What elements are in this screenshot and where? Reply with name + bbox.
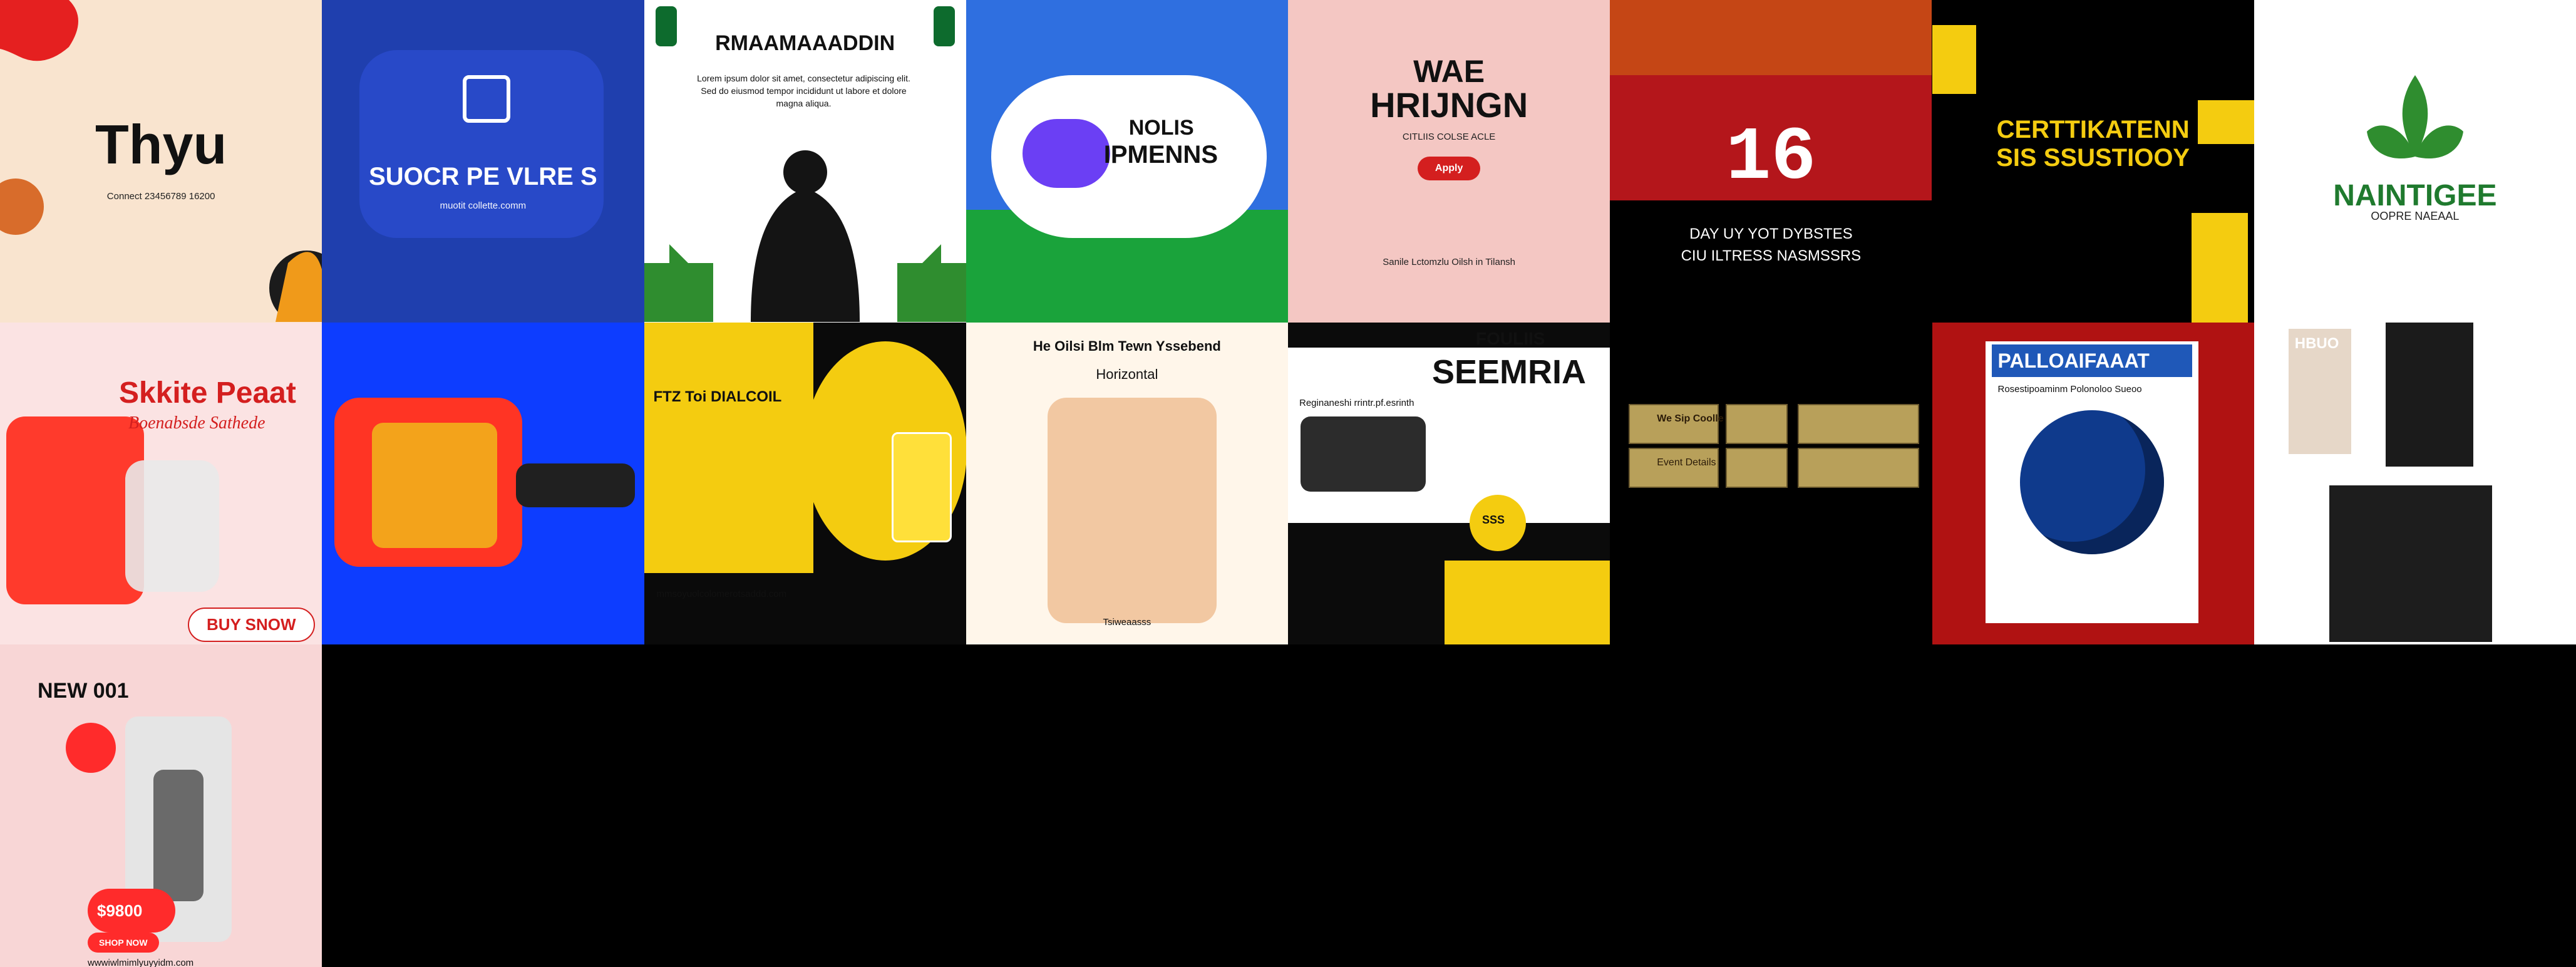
tile-14-card-3 — [1798, 403, 1920, 444]
tile-15-subtitle: Rosestipoaminm Polonoloo Sueoo — [1997, 383, 2142, 395]
tile-7: CERTTIKATENN SIS SSUSTIOOY — [1932, 0, 2254, 323]
tile-10-screen — [372, 422, 498, 548]
tile-5-button-wrap: Apply — [1288, 157, 1610, 180]
tile-7-title: CERTTIKATENN — [1996, 116, 2190, 143]
unicorn-icon — [1022, 119, 1110, 188]
tile-9-subtitle: Boenabsde Sathede — [128, 413, 265, 433]
tile-13-kicker: Reginaneshi rrintr.pf.esrinth — [1299, 397, 1414, 408]
tile-17-price: $9800 — [97, 901, 143, 921]
tile-13-title: FOULIIS — [1476, 328, 1545, 348]
buy-button[interactable]: BUY SNOW — [188, 607, 315, 642]
leaf-icon — [2366, 75, 2463, 159]
tile-15-title: PALLOAIFAAAT — [1997, 349, 2150, 372]
tile-1-title: Thyu — [95, 113, 227, 175]
tile-16-title: HBUO — [2294, 334, 2339, 352]
tile-9-title: Skkite Peaat — [119, 376, 296, 410]
tile-16-photo-3 — [2329, 485, 2492, 642]
tile-8-subtitle: OOPRE NAEAAL — [2371, 210, 2460, 222]
tile-17-cta-wrap: SHOP NOW — [88, 933, 159, 953]
tile-8: NAINTIGEE OOPRE NAEAAL — [2254, 0, 2576, 323]
tile-11-glass — [891, 432, 952, 542]
shop-now-button[interactable]: SHOP NOW — [88, 933, 159, 953]
image-grid: Thyu Connect 23456789 16200 SUOCR PE VLR… — [0, 0, 2576, 967]
tile-7-accent-bottom — [2191, 213, 2248, 323]
tile-16: HBUO — [2254, 322, 2576, 645]
tile-4-subtitle: IPMENNS — [1103, 141, 1218, 168]
tile-1: Thyu Connect 23456789 16200 — [0, 0, 322, 323]
tile-13-speakers — [1301, 416, 1426, 492]
tile-16-photo-2 — [2385, 322, 2473, 467]
tile-22 — [1610, 644, 1932, 967]
tile-10 — [322, 322, 644, 645]
tile-17-footer: wwwiwlmimlyuyyidm.com — [88, 958, 194, 967]
tile-14-card-6 — [1798, 447, 1920, 488]
tile-17-title: NEW 001 — [38, 679, 129, 703]
tile-19 — [644, 644, 966, 967]
tile-11-subtitle: FTZ Toi DIALCOIL — [653, 388, 782, 405]
tile-1-subtitle: Connect 23456789 16200 — [106, 191, 215, 202]
tile-4: NOLIS IPMENNS — [966, 0, 1288, 323]
tile-12-title: He Oilsi Blm Tewn Yssebend — [1033, 338, 1221, 354]
tile-17-coat — [153, 770, 204, 902]
tile-17: NEW 001 $9800 SHOP NOW wwwiwlmimlyuyyidm… — [0, 644, 322, 967]
tile-9-product — [6, 416, 144, 604]
tile-9-bottle — [125, 460, 219, 592]
tile-12-subtitle: Horizontal — [1096, 366, 1158, 382]
tile-13-subtitle: SEEMRIA — [1432, 353, 1587, 391]
tile-12: He Oilsi Blm Tewn Yssebend Horizontal Ts… — [966, 322, 1288, 645]
tile-5: WAE HRIJNGN CITLIIS COLSE ACLE Apply San… — [1288, 0, 1610, 323]
tile-3-figure — [644, 150, 966, 322]
tile-5-title-2: HRIJNGN — [1370, 85, 1528, 125]
tile-11-footer: mmsoyuolcolomerotsaddd.com — [656, 588, 787, 599]
tile-9-cta-wrap: BUY SNOW — [188, 607, 315, 642]
tile-20 — [966, 644, 1288, 967]
bowling-ball-icon — [2019, 410, 2164, 554]
tile-18 — [322, 644, 644, 967]
tile-13-yellow-strip — [1445, 560, 1610, 644]
tile-7-accent-left — [1932, 25, 1976, 94]
tile-15: PALLOAIFAAAT Rosestipoaminm Polonoloo Su… — [1932, 322, 2254, 645]
tile-24 — [2254, 644, 2576, 967]
tile-9: Skkite Peaat Boenabsde Sathede BUY SNOW — [0, 322, 322, 645]
tile-21 — [1288, 644, 1610, 967]
tile-11-yellow-area — [644, 322, 813, 573]
tile-14-card-2 — [1726, 403, 1788, 444]
tile-10-handle — [516, 463, 636, 507]
tile-7-subtitle: SIS SSUSTIOOY — [1996, 144, 2190, 172]
tile-5-footer: Sanile Lctomzlu Oilsh in Tilansh — [1383, 257, 1515, 267]
tile-14-card-5 — [1726, 447, 1788, 488]
tile-6-number: 16 — [1726, 116, 1816, 201]
tile-6-lights — [1610, 0, 1932, 75]
tile-2: SUOCR PE VLRE S muotit collette.comm — [322, 0, 644, 323]
tile-6: 16 DAY UY YOT DYBSTES CIU ILTRESS NASMSS… — [1610, 0, 1932, 323]
tile-6-line-1: DAY UY YOT DYBSTES — [1689, 225, 1853, 242]
tile-14: We Sip Coolle Event Details — [1610, 322, 1932, 645]
tile-13-date: SSS — [1482, 513, 1505, 526]
tile-12-footer: Tsiweaasss — [1103, 616, 1151, 628]
tile-4-title: NOLIS — [1128, 116, 1194, 140]
tile-2-subtitle: muotit collette.comm — [440, 200, 527, 211]
tile-8-title: NAINTIGEE — [2333, 179, 2497, 212]
tile-14-subtitle: Event Details — [1657, 457, 1716, 468]
tile-6-line-2: CIU ILTRESS NASMSSRS — [1681, 247, 1862, 264]
tile-5-subtitle: CITLIIS COLSE ACLE — [1402, 132, 1496, 142]
tile-2-title: SUOCR PE VLRE S — [369, 163, 597, 190]
tile-13: FOULIIS SEEMRIA Reginaneshi rrintr.pf.es… — [1288, 322, 1610, 645]
tile-11: FTZ Toi DIALCOIL mmsoyuolcolomerotsaddd.… — [644, 322, 966, 645]
tile-17-red-circle — [66, 723, 116, 773]
tile-23 — [1932, 644, 2254, 967]
tile-3: RMAAMAAADDIN Lorem ipsum dolor sit amet,… — [644, 0, 966, 323]
tile-14-title: We Sip Coolle — [1657, 413, 1724, 424]
apply-button[interactable]: Apply — [1417, 157, 1481, 180]
tile-12-people — [1047, 397, 1217, 623]
gift-icon — [463, 75, 511, 123]
